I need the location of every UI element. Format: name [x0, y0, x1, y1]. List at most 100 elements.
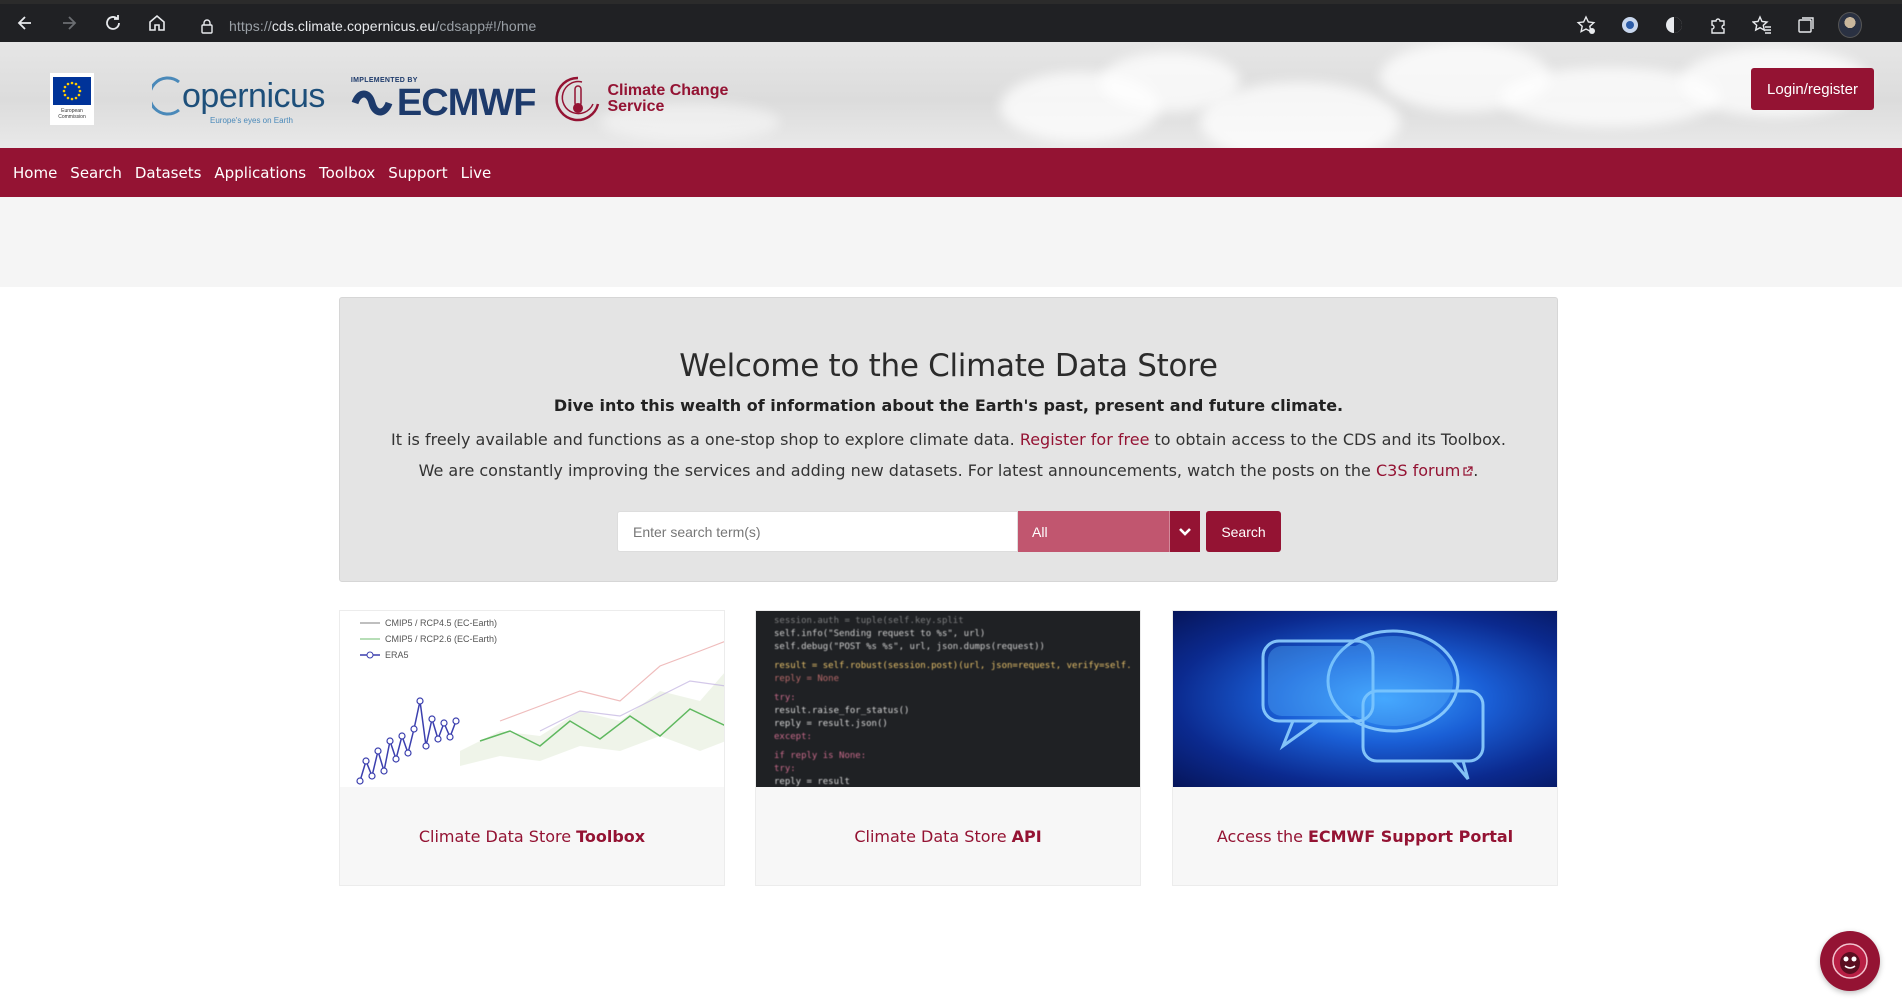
url-text: https://cds.climate.copernicus.eu/cdsapp…	[229, 18, 536, 34]
toolbox-caption-bold: Toolbox	[576, 827, 646, 846]
support-portal-card[interactable]: Access the ECMWF Support Portal	[1172, 610, 1558, 886]
lock-icon	[201, 19, 213, 34]
c3s-name-line2: Service	[607, 98, 665, 115]
nav-datasets[interactable]: Datasets	[135, 164, 202, 182]
favorites-button[interactable]	[1750, 13, 1774, 37]
grey-band	[0, 197, 1902, 287]
reload-icon	[106, 15, 120, 30]
register-link[interactable]: Register for free	[1020, 430, 1150, 449]
url-scheme: https://	[229, 18, 272, 34]
search-button[interactable]: Search	[1206, 511, 1281, 552]
code-line: reply = result.json()	[774, 719, 888, 729]
main-nav: Home Search Datasets Applications Toolbo…	[0, 148, 1902, 197]
legend-series-3: ERA5	[385, 650, 409, 660]
forward-icon	[63, 16, 77, 30]
extension-1-button[interactable]	[1618, 13, 1642, 37]
nav-toolbox[interactable]: Toolbox	[319, 164, 375, 182]
forward-button[interactable]	[48, 6, 90, 40]
toolbox-card-caption[interactable]: Climate Data Store Toolbox	[340, 787, 724, 886]
c3s-name: Climate Change Service	[607, 83, 728, 115]
nav-applications[interactable]: Applications	[214, 164, 306, 182]
copernicus-tagline: Europe's eyes on Earth	[210, 115, 293, 125]
code-line: result.raise_for_status()	[774, 706, 910, 716]
legend-series-1: CMIP5 / RCP4.5 (EC-Earth)	[385, 618, 497, 628]
chat-assistant-icon	[1832, 943, 1868, 979]
api-caption-prefix: Climate Data Store	[854, 827, 1007, 846]
external-link-icon	[1463, 466, 1473, 476]
extensions-button[interactable]	[1706, 13, 1730, 37]
ecmwf-wave-icon	[351, 90, 393, 115]
chat-assistant-button[interactable]	[1820, 931, 1880, 991]
code-line: try:	[774, 693, 796, 703]
toolbox-chart-graphic: CMIP5 / RCP4.5 (EC-Earth) CMIP5 / RCP2.6…	[340, 611, 724, 787]
api-card[interactable]: session.auth = tuple(self.key.split self…	[755, 610, 1141, 886]
site-header: European Commission opernicus Europe's e…	[0, 42, 1902, 148]
welcome-tagline: Dive into this wealth of information abo…	[553, 396, 1344, 415]
c3s-logo[interactable]: Climate Change Service	[555, 74, 728, 124]
code-line: try:	[774, 764, 796, 774]
browser-toolbar: https://cds.climate.copernicus.eu/cdsapp…	[0, 0, 1902, 42]
code-line: self.info("Sending request to %s", url)	[774, 629, 986, 639]
profile-button[interactable]	[1838, 12, 1862, 38]
api-card-caption[interactable]: Climate Data Store API	[756, 787, 1140, 886]
login-register-button[interactable]: Login/register	[1751, 68, 1874, 110]
c3s-forum-link-label: C3S forum	[1375, 461, 1461, 480]
extension-2-icon	[1666, 17, 1682, 33]
support-card-caption[interactable]: Access the ECMWF Support Portal	[1173, 787, 1557, 886]
url-path: /cdsapp#!/home	[435, 18, 537, 34]
c3s-thermometer-icon	[555, 76, 600, 122]
legend-series-2: CMIP5 / RCP2.6 (EC-Earth)	[385, 634, 497, 644]
nav-search[interactable]: Search	[70, 164, 122, 182]
api-code-snippet: session.auth = tuple(self.key.split self…	[756, 611, 1140, 787]
welcome-paragraph-2: We are constantly improving the services…	[340, 461, 1557, 480]
support-portal-image	[1173, 611, 1557, 787]
eu-logo[interactable]: European Commission	[50, 73, 94, 125]
address-bar[interactable]: https://cds.climate.copernicus.eu/cdsapp…	[187, 12, 1567, 40]
para1-text-before: It is freely available and functions as …	[391, 430, 1020, 449]
collections-icon	[1798, 17, 1814, 33]
c3s-forum-link[interactable]: C3S forum	[1376, 461, 1473, 480]
eu-label: European Commission	[58, 108, 86, 120]
profile-avatar	[1838, 12, 1862, 38]
search-row: All Search	[617, 511, 1281, 552]
collections-button[interactable]	[1794, 13, 1818, 37]
copernicus-logo[interactable]: opernicus Europe's eyes on Earth	[152, 74, 325, 125]
code-line: if reply is None:	[774, 751, 867, 761]
copernicus-c-icon	[152, 76, 180, 115]
back-icon	[17, 16, 31, 30]
partner-logos: European Commission opernicus Europe's e…	[50, 64, 728, 134]
code-line: reply = result	[774, 777, 850, 787]
search-scope-toggle[interactable]	[1169, 511, 1200, 552]
ecmwf-logo[interactable]: IMPLEMENTED BY ECMWF	[351, 77, 537, 124]
extension-2-button[interactable]	[1662, 13, 1686, 37]
toolbox-chart-image: CMIP5 / RCP4.5 (EC-Earth) CMIP5 / RCP2.6…	[340, 611, 724, 787]
welcome-paragraph-1: It is freely available and functions as …	[340, 430, 1557, 449]
favorite-add-button[interactable]	[1574, 13, 1598, 37]
nav-live[interactable]: Live	[461, 164, 492, 182]
extension-icon	[1711, 18, 1725, 34]
welcome-title: Welcome to the Climate Data Store	[679, 348, 1218, 384]
support-caption-prefix: Access the	[1216, 827, 1303, 846]
code-line: except:	[774, 732, 812, 742]
search-scope-select[interactable]: All	[1018, 511, 1200, 552]
code-line: session.auth = tuple(self.key.split	[774, 616, 964, 626]
code-line: self.debug("POST %s %s", url, json.dumps…	[774, 642, 1045, 652]
search-input[interactable]	[617, 511, 1018, 552]
home-button[interactable]	[136, 6, 178, 40]
api-caption-bold: API	[1011, 827, 1042, 846]
url-host: cds.climate.copernicus.eu	[271, 18, 436, 34]
back-button[interactable]	[4, 6, 46, 40]
toolbox-card[interactable]: CMIP5 / RCP4.5 (EC-Earth) CMIP5 / RCP2.6…	[339, 610, 725, 886]
chevron-down-icon	[1179, 527, 1191, 536]
search-scope-value: All	[1032, 523, 1048, 540]
support-caption-bold: ECMWF Support Portal	[1307, 827, 1514, 846]
nav-home[interactable]: Home	[13, 164, 57, 182]
para2-text-after: .	[1473, 461, 1479, 480]
toolbox-caption-prefix: Climate Data Store	[418, 827, 572, 846]
c3s-name-line1: Climate Change	[607, 82, 729, 99]
reload-button[interactable]	[92, 6, 134, 40]
para1-text-after: to obtain access to the CDS and its Tool…	[1149, 430, 1506, 449]
ecmwf-name: ECMWF	[396, 81, 537, 124]
nav-support[interactable]: Support	[388, 164, 447, 182]
code-line: reply = None	[774, 674, 840, 684]
